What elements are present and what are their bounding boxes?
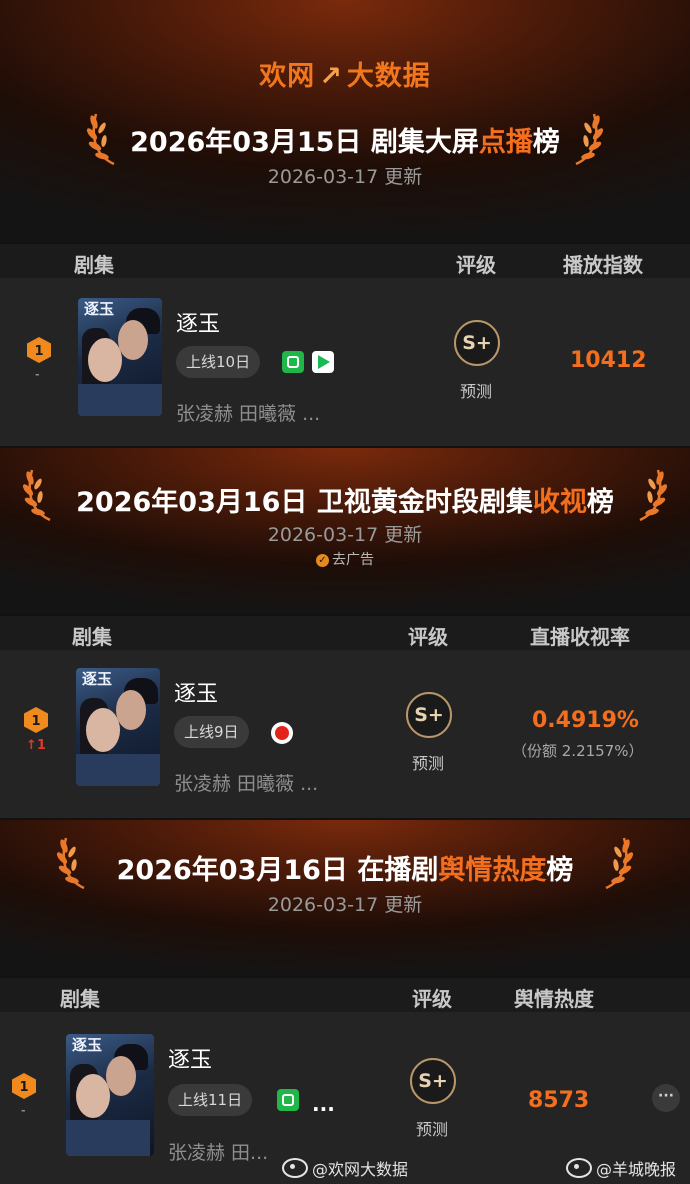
buzz-value: 8573 xyxy=(528,1088,590,1113)
update-date: 2026-03-17 更新 xyxy=(267,524,423,546)
grade-badge: S+ xyxy=(410,1058,456,1104)
column-drama: 剧集 xyxy=(60,987,100,1011)
grade-label: 预测 xyxy=(460,382,493,401)
svg-text:1: 1 xyxy=(31,714,40,729)
watermark-right: @羊城晚报 xyxy=(566,1156,676,1180)
laurel-right-icon xyxy=(600,832,634,890)
update-date: 2026-03-17 更新 xyxy=(267,166,423,188)
laurel-right-icon xyxy=(570,108,604,166)
poster-image[interactable]: 逐玉 xyxy=(76,668,160,786)
rank-badge: 1 xyxy=(23,706,49,734)
column-drama: 剧集 xyxy=(72,625,112,649)
poster-image[interactable]: 逐玉 xyxy=(78,298,162,416)
cast-list: 张凌赫 田曦薇 ... xyxy=(176,403,321,425)
check-icon: ✓ xyxy=(316,554,329,567)
rank-badge: 1 xyxy=(26,336,52,364)
ratings-value: 0.4919% xyxy=(532,708,639,733)
board-buzz: 2026年03月16日 在播剧舆情热度榜 2026-03-17 更新 剧集 评级… xyxy=(0,820,690,1184)
column-metric: 舆情热度 xyxy=(514,987,594,1011)
column-header: 剧集 评级 直播收视率 xyxy=(0,616,690,650)
column-header: 剧集 评级 舆情热度 xyxy=(0,978,690,1012)
weibo-icon xyxy=(282,1158,308,1178)
grade-badge: S+ xyxy=(454,320,500,366)
iqiyi-icon xyxy=(282,351,304,373)
tencent-video-icon xyxy=(312,351,334,373)
table-row[interactable]: 1 ↑1 逐玉 逐玉 上线9日 张凌赫 田曦薇 ... S+ 预测 0.4919… xyxy=(0,650,690,818)
column-header: 剧集 评级 播放指数 xyxy=(0,244,690,278)
grade-badge: S+ xyxy=(406,692,452,738)
board-title: 2026年03月16日 在播剧舆情热度榜 xyxy=(116,855,574,886)
days-online-tag: 上线9日 xyxy=(174,716,249,748)
drama-title[interactable]: 逐玉 xyxy=(176,306,220,338)
drama-title[interactable]: 逐玉 xyxy=(174,676,218,708)
laurel-right-icon xyxy=(634,464,668,522)
grade-label: 预测 xyxy=(412,754,445,773)
grade-label: 预测 xyxy=(416,1120,449,1139)
rank-up-indicator: ↑1 xyxy=(26,738,46,753)
play-index-value: 10412 xyxy=(570,348,647,373)
board-title: 2026年03月16日 卫视黄金时段剧集收视榜 xyxy=(76,487,614,518)
board-ratings: 2026年03月16日 卫视黄金时段剧集收视榜 2026-03-17 更新 ✓ 去… xyxy=(0,448,690,820)
column-metric: 直播收视率 xyxy=(530,625,630,649)
rank-change: - xyxy=(21,1104,26,1117)
column-grade: 评级 xyxy=(456,253,496,277)
share-value: （份额 2.2157%） xyxy=(512,742,644,760)
days-online-tag: 上线10日 xyxy=(176,346,261,378)
cast-list: 张凌赫 田曦薇 ... xyxy=(174,773,319,795)
column-drama: 剧集 xyxy=(74,253,114,277)
svg-text:1: 1 xyxy=(19,1080,28,1095)
trend-arrow-icon: ↗ xyxy=(319,61,343,92)
ad-free-link[interactable]: ✓ 去广告 xyxy=(0,549,690,569)
column-grade: 评级 xyxy=(412,987,452,1011)
brand-logo: 欢网 ↗ 大数据 xyxy=(259,61,431,92)
days-online-tag: 上线11日 xyxy=(168,1084,253,1116)
column-grade: 评级 xyxy=(408,625,448,649)
board-vod: 欢网 ↗ 大数据 2026年03月15日 剧集大屏点播榜 2026-03-17 更新… xyxy=(0,0,690,448)
watermark-left: @欢网大数据 xyxy=(282,1156,408,1180)
more-menu-button[interactable]: ··· xyxy=(652,1084,680,1112)
poster-image[interactable]: 逐玉 xyxy=(66,1034,154,1156)
update-date: 2026-03-17 更新 xyxy=(267,894,423,916)
weibo-icon xyxy=(566,1158,592,1178)
iqiyi-icon xyxy=(277,1089,299,1111)
svg-text:1: 1 xyxy=(34,344,43,359)
dragon-tv-icon xyxy=(271,722,293,744)
drama-title[interactable]: 逐玉 xyxy=(168,1042,212,1074)
cast-list: 张凌赫 田... xyxy=(168,1142,269,1164)
rank-change: - xyxy=(35,368,40,381)
table-row[interactable]: 1 - 逐玉 逐玉 上线10日 张凌赫 田曦薇 ... S+ 预测 10412 xyxy=(0,278,690,446)
more-platforms: ... xyxy=(312,1092,335,1116)
column-metric: 播放指数 xyxy=(563,253,643,277)
rank-badge: 1 xyxy=(11,1072,37,1100)
